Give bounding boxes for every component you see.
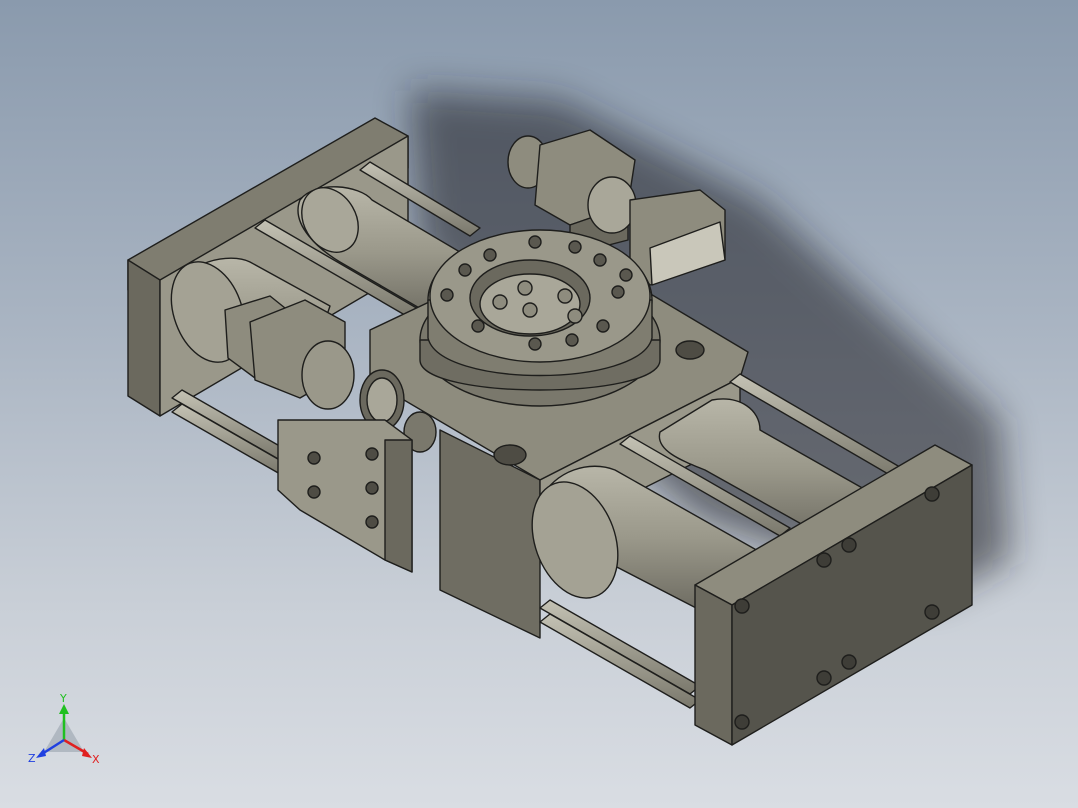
x-axis-label: X <box>92 753 100 766</box>
y-axis-label: Y <box>59 692 67 705</box>
tie-rod-lower-left <box>171 389 291 475</box>
rotary-table <box>419 229 661 407</box>
3d-viewport[interactable]: Y X Z <box>0 0 1078 808</box>
sensor-mount-bracket <box>277 419 413 573</box>
z-axis-label: Z <box>28 752 36 765</box>
z-axis-arrow-head <box>36 748 46 758</box>
y-axis-arrow-head <box>59 704 69 714</box>
orientation-triad[interactable]: Y X Z <box>22 690 112 770</box>
x-axis-arrow-head <box>82 748 92 758</box>
cad-model-rotary-actuator[interactable] <box>0 0 1078 808</box>
